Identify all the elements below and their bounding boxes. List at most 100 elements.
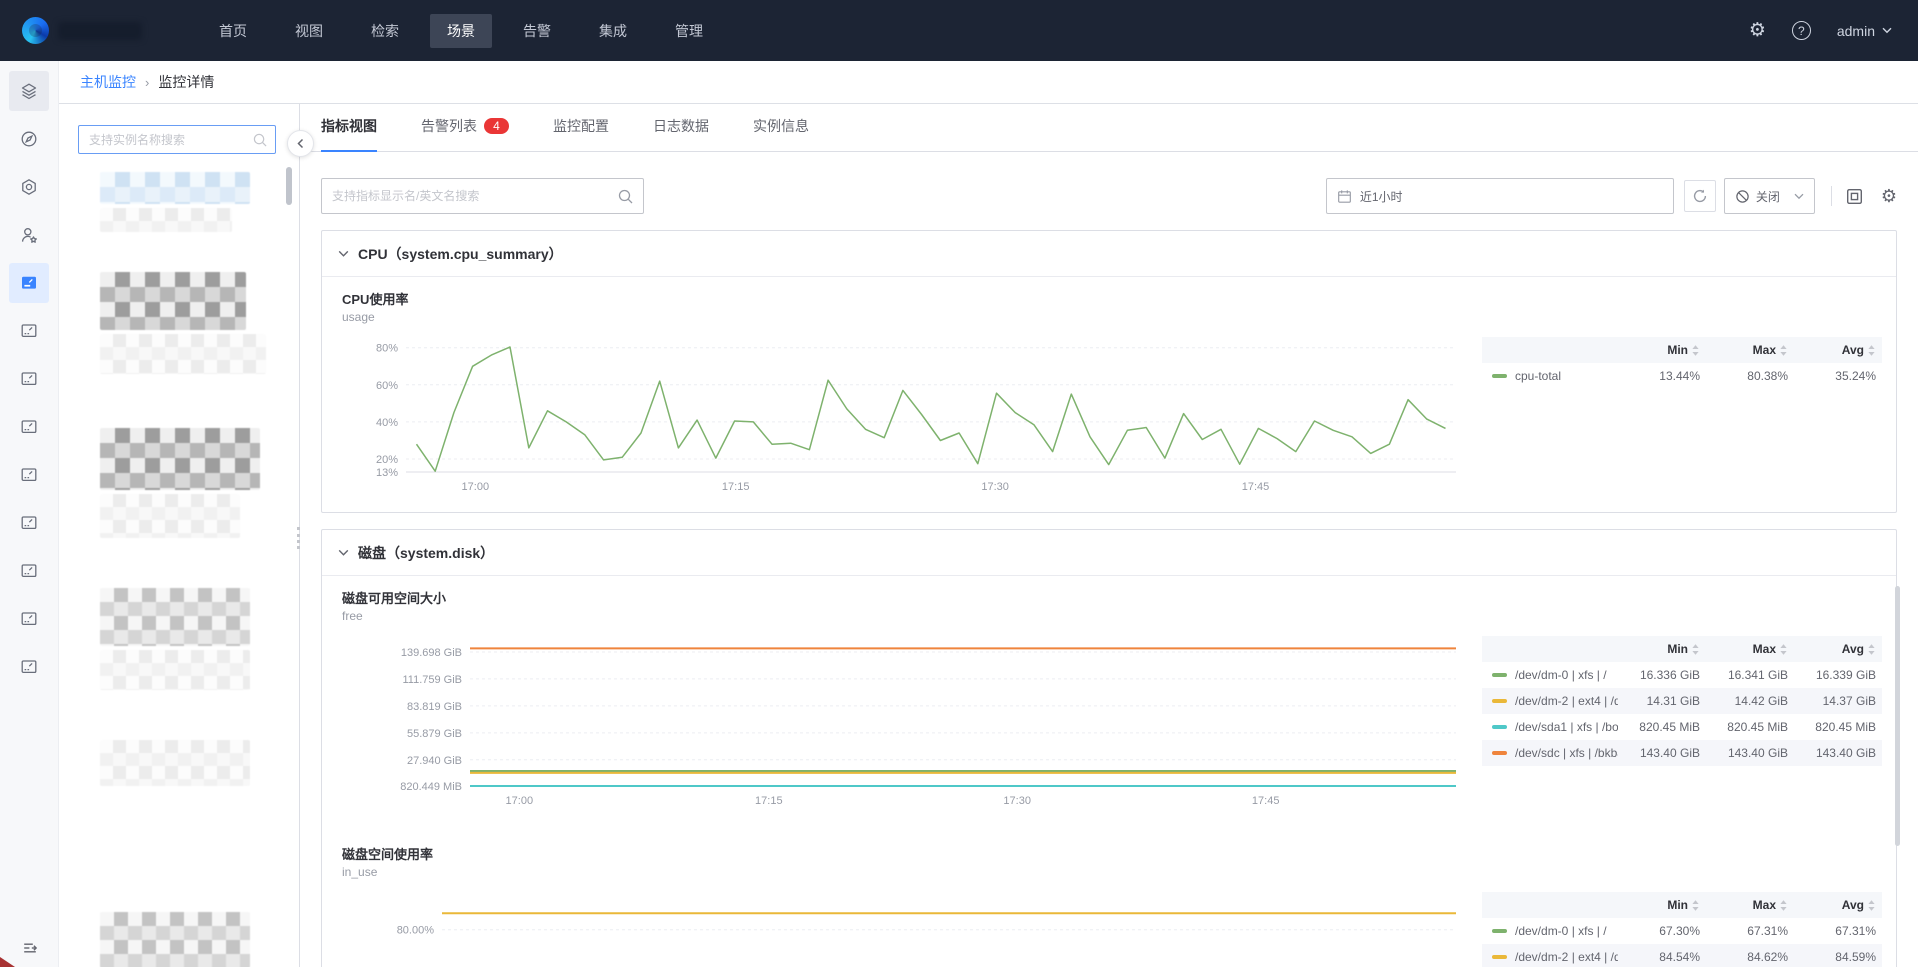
monitor-dashboard-icon[interactable] <box>9 455 49 495</box>
auto-refresh-select[interactable]: 关闭 <box>1724 178 1815 214</box>
auto-refresh-off-icon <box>1735 189 1750 204</box>
tab-label: 监控配置 <box>553 116 609 136</box>
sidebar-scrollbar-thumb[interactable] <box>286 167 292 205</box>
legend-row[interactable]: cpu-total13.44%80.38%35.24% <box>1482 363 1882 389</box>
settings-gear-icon[interactable]: ⚙ <box>1749 21 1766 40</box>
layers-icon[interactable] <box>9 71 49 111</box>
sort-caret-icon <box>1867 643 1876 656</box>
legend-row[interactable]: /dev/sda1 | xfs | /boot820.45 MiB820.45 … <box>1482 714 1882 740</box>
sidebar-collapse-button[interactable] <box>287 130 314 157</box>
line-chart-disk_in_use[interactable]: 80.00%60.00% <box>342 891 1462 967</box>
help-icon[interactable]: ? <box>1792 21 1811 40</box>
chart-block: 磁盘空间使用率in_use80.00%60.00% <box>342 846 1462 967</box>
sort-column-avg[interactable]: Avg <box>1794 642 1882 656</box>
instance-item-censored[interactable] <box>100 912 250 967</box>
search-icon <box>253 133 267 147</box>
tab-4[interactable]: 日志数据 <box>653 116 709 152</box>
series-color-marker <box>1492 374 1507 378</box>
chart-block: CPU使用率usage80%60%40%20%13%17:0017:1517:3… <box>342 291 1462 496</box>
page-scrollbar-thumb[interactable] <box>1895 586 1900 846</box>
instance-item-censored[interactable] <box>100 334 266 374</box>
monitor-dashboard-icon[interactable] <box>9 599 49 639</box>
sort-column-max[interactable]: Max <box>1706 642 1794 656</box>
line-chart-cpu_usage[interactable]: 80%60%40%20%13%17:0017:1517:3017:45 <box>342 336 1462 496</box>
legend-row[interactable]: /dev/sdc | xfs | /bkbak143.40 GiB143.40 … <box>1482 740 1882 766</box>
instance-search[interactable] <box>78 125 276 154</box>
sort-column-max[interactable]: Max <box>1706 343 1794 357</box>
sort-column-min[interactable]: Min <box>1618 898 1706 912</box>
view-settings-gear-icon[interactable]: ⚙ <box>1881 187 1897 205</box>
monitor-dashboard-icon[interactable] <box>9 503 49 543</box>
monitor-dashboard-icon[interactable] <box>9 359 49 399</box>
legend-row[interactable]: /dev/dm-2 | ext4 | /data84.54%84.62%84.5… <box>1482 944 1882 967</box>
nav-item-4[interactable]: 场景 <box>430 14 492 48</box>
series-color-marker <box>1492 673 1507 677</box>
user-star-icon[interactable] <box>9 215 49 255</box>
monitor-dashboard-icon[interactable] <box>9 647 49 687</box>
sort-column-avg[interactable]: Avg <box>1794 898 1882 912</box>
user-menu[interactable]: admin <box>1837 23 1892 39</box>
nav-item-7[interactable]: 管理 <box>658 14 720 48</box>
tab-5[interactable]: 实例信息 <box>753 116 809 152</box>
section-header[interactable]: CPU（system.cpu_summary） <box>322 231 1896 277</box>
instance-item-censored[interactable] <box>100 208 232 232</box>
legend-table-header: MinMaxAvg <box>1482 337 1882 363</box>
chart-subtitle: usage <box>342 309 1462 326</box>
chevron-left-icon <box>296 138 305 149</box>
corner-artifact <box>0 957 15 967</box>
tab-3[interactable]: 监控配置 <box>553 116 609 152</box>
fullscreen-icon[interactable] <box>1846 188 1863 205</box>
compass-icon[interactable] <box>9 119 49 159</box>
sort-column-min[interactable]: Min <box>1618 642 1706 656</box>
section-header[interactable]: 磁盘（system.disk） <box>322 530 1896 576</box>
instance-item-censored[interactable] <box>100 494 240 538</box>
series-color-marker <box>1492 699 1507 703</box>
series-avg: 35.24% <box>1794 369 1882 383</box>
brand-logo[interactable] <box>22 17 172 44</box>
breadcrumb: 主机监控 › 监控详情 <box>59 61 1918 104</box>
monitor-dashboard-icon[interactable] <box>9 551 49 591</box>
hexagon-gear-icon[interactable] <box>9 167 49 207</box>
monitor-dashboard-icon[interactable] <box>9 263 49 303</box>
metric-search[interactable] <box>321 178 644 214</box>
monitor-dashboard-icon[interactable] <box>9 311 49 351</box>
nav-item-1[interactable]: 首页 <box>202 14 264 48</box>
tab-2[interactable]: 告警列表4 <box>421 116 509 152</box>
instance-search-input[interactable] <box>89 133 253 147</box>
instance-item-censored[interactable] <box>100 272 246 330</box>
series-max: 67.31% <box>1706 924 1794 938</box>
sort-caret-icon <box>1691 643 1700 656</box>
monitor-dashboard-icon[interactable] <box>9 407 49 447</box>
sort-caret-icon <box>1691 899 1700 912</box>
chart-title: CPU使用率 <box>342 291 1462 309</box>
refresh-button[interactable] <box>1684 180 1716 212</box>
instance-item-censored[interactable] <box>100 428 260 490</box>
legend-row[interactable]: /dev/dm-0 | xfs | /67.30%67.31%67.31% <box>1482 918 1882 944</box>
instance-item-censored[interactable] <box>100 172 250 204</box>
instance-item-censored[interactable] <box>100 650 250 690</box>
svg-text:17:45: 17:45 <box>1252 795 1280 807</box>
panel-resize-handle[interactable] <box>297 527 300 549</box>
nav-item-3[interactable]: 检索 <box>354 14 416 48</box>
nav-item-5[interactable]: 告警 <box>506 14 568 48</box>
svg-text:17:15: 17:15 <box>722 481 750 493</box>
instance-item-censored[interactable] <box>100 740 250 786</box>
instance-item-censored[interactable] <box>100 588 250 646</box>
svg-text:820.449 MiB: 820.449 MiB <box>400 781 462 793</box>
instance-sidebar <box>59 104 300 967</box>
line-chart-disk_free[interactable]: 139.698 GiB111.759 GiB83.819 GiB55.879 G… <box>342 635 1462 810</box>
sort-column-min[interactable]: Min <box>1618 343 1706 357</box>
nav-item-6[interactable]: 集成 <box>582 14 644 48</box>
tab-1[interactable]: 指标视图 <box>321 116 377 152</box>
sort-column-max[interactable]: Max <box>1706 898 1794 912</box>
metric-search-input[interactable] <box>332 189 618 203</box>
collapse-menu-icon[interactable] <box>0 939 59 957</box>
legend-row[interactable]: /dev/dm-0 | xfs | /16.336 GiB16.341 GiB1… <box>1482 662 1882 688</box>
sort-column-avg[interactable]: Avg <box>1794 343 1882 357</box>
breadcrumb-parent-link[interactable]: 主机监控 <box>80 72 136 92</box>
legend-row[interactable]: /dev/dm-2 | ext4 | /data14.31 GiB14.42 G… <box>1482 688 1882 714</box>
time-range-picker[interactable]: 近1小时 <box>1326 178 1674 214</box>
nav-item-2[interactable]: 视图 <box>278 14 340 48</box>
chart-block: 磁盘可用空间大小free139.698 GiB111.759 GiB83.819… <box>342 590 1462 810</box>
svg-text:17:30: 17:30 <box>981 481 1009 493</box>
